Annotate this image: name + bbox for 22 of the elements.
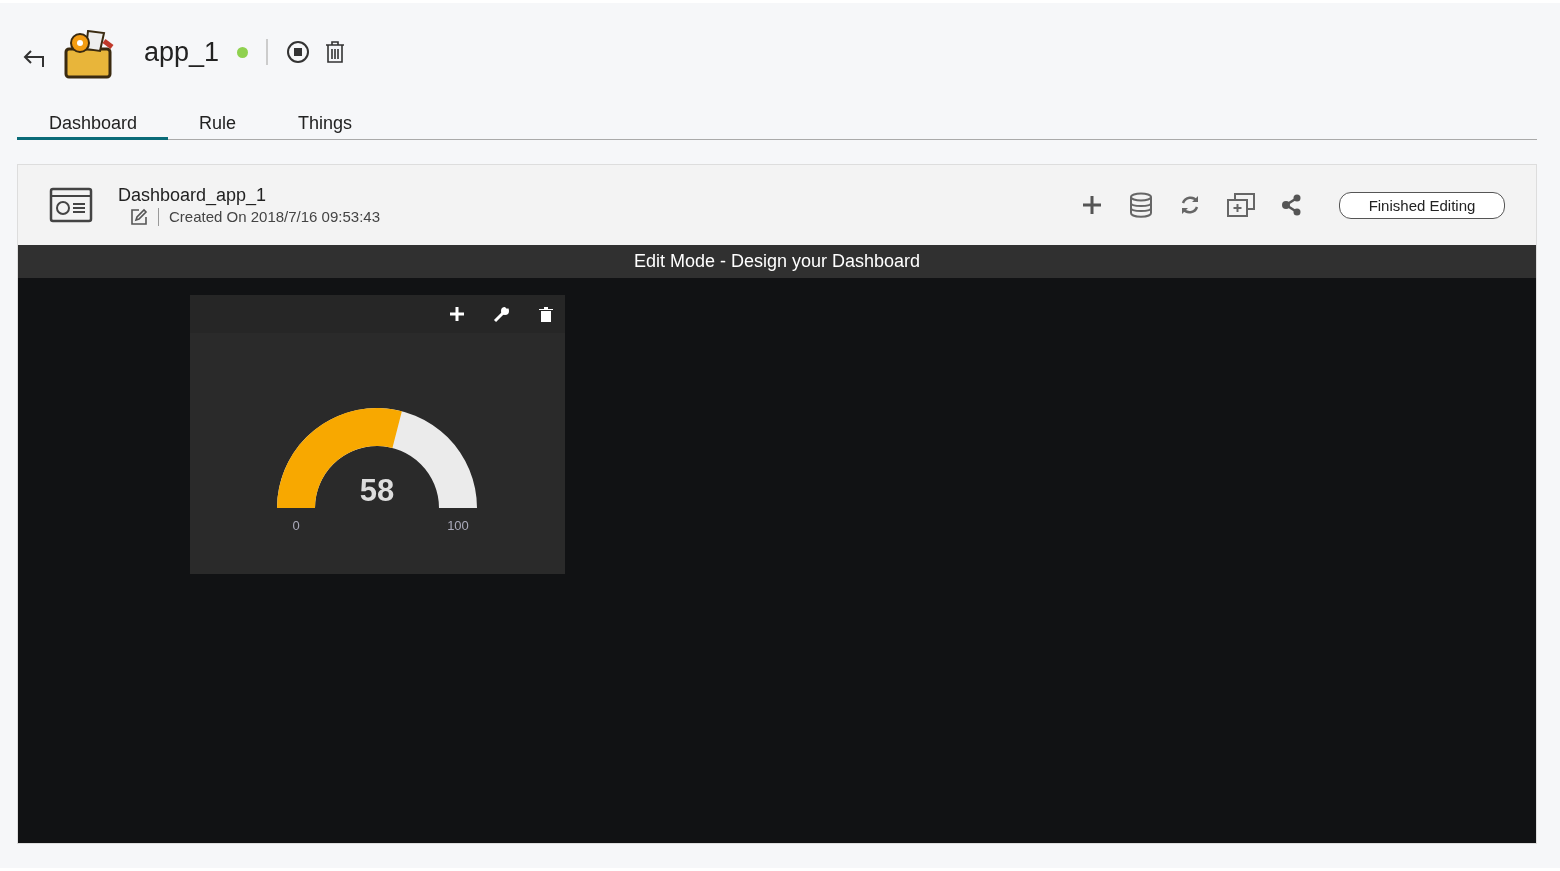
finished-editing-button[interactable]: Finished Editing: [1339, 191, 1505, 219]
gauge-min-label: 0: [292, 518, 300, 533]
wrench-icon[interactable]: [493, 305, 511, 323]
trash-icon[interactable]: [324, 40, 347, 64]
gauge-value: 58: [359, 473, 395, 508]
share-icon[interactable]: [1281, 194, 1303, 216]
gauge-max-label: 100: [447, 518, 469, 533]
tab[interactable]: Things: [267, 111, 384, 140]
edit-mode-banner: Edit Mode - Design your Dashboard: [18, 245, 1536, 278]
edit-icon[interactable]: [130, 207, 148, 226]
tab[interactable]: Rule: [168, 111, 268, 140]
tab[interactable]: Dashboard: [17, 111, 169, 140]
refresh-icon[interactable]: [1179, 194, 1201, 216]
dashboard-name: Dashboard_app_1: [118, 184, 268, 206]
add-window-icon[interactable]: [1227, 193, 1255, 217]
stop-icon[interactable]: [286, 40, 311, 64]
app-name: app_1: [144, 36, 220, 68]
created-date: Created On 2018/7/16 09:53:43: [169, 208, 380, 225]
trash-icon[interactable]: [539, 306, 553, 322]
plus-icon[interactable]: [1081, 194, 1103, 216]
dashboard-window-icon: [49, 187, 93, 223]
database-icon[interactable]: [1129, 192, 1153, 218]
